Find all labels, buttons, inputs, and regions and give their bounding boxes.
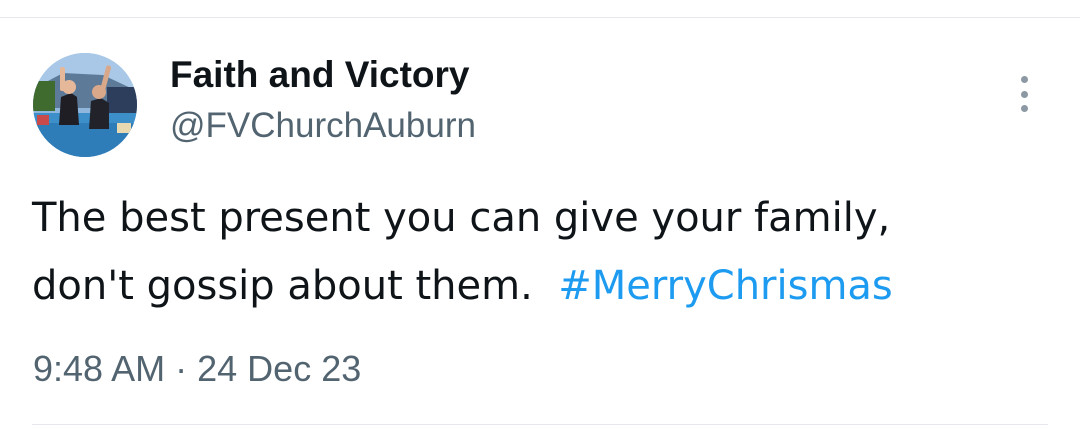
more-options-button[interactable] xyxy=(1006,74,1042,114)
avatar-image xyxy=(33,53,137,157)
separator-dot: · xyxy=(175,348,188,389)
tweet-date: 24 Dec 23 xyxy=(197,348,362,389)
hashtag-link[interactable]: #MerryChrismas xyxy=(558,263,893,309)
tweet-time: 9:48 AM xyxy=(33,348,166,389)
more-vertical-icon-dot xyxy=(1020,105,1028,112)
tweet-text-line: The best present you can give your famil… xyxy=(32,195,891,241)
more-vertical-icon xyxy=(1020,76,1028,83)
tweet-text: The best present you can give your famil… xyxy=(32,184,1042,320)
bottom-divider xyxy=(32,424,1048,425)
timestamp[interactable]: 9:48 AM · 24 Dec 23 xyxy=(33,348,361,390)
more-vertical-icon-dot xyxy=(1020,90,1028,98)
top-divider xyxy=(0,17,1080,18)
avatar[interactable] xyxy=(33,53,137,157)
tweet-text-line: don't gossip about them. #MerryChrismas xyxy=(32,252,1042,320)
tweet-text-segment: don't gossip about them. xyxy=(32,263,533,309)
display-name[interactable]: Faith and Victory xyxy=(170,54,470,96)
user-handle[interactable]: @FVChurchAuburn xyxy=(170,106,476,146)
